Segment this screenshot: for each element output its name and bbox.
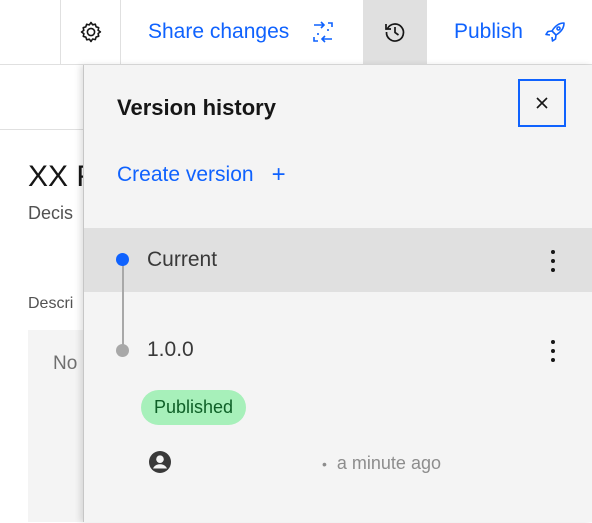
publish-label: Publish <box>454 20 523 43</box>
settings-button[interactable] <box>60 0 121 64</box>
close-button[interactable] <box>518 79 566 127</box>
version-dot <box>116 344 129 357</box>
current-version-dot <box>116 253 129 266</box>
version-label-current: Current <box>147 248 218 271</box>
sync-arrows-icon <box>311 20 335 44</box>
gear-icon <box>79 20 103 44</box>
version-history-panel: Version history Create version + Current… <box>83 65 592 522</box>
rocket-icon <box>543 20 567 44</box>
page-subtitle: Decis <box>28 203 74 223</box>
create-version-label: Create version <box>117 163 254 186</box>
plus-icon: + <box>271 161 286 188</box>
timestamp-text: a minute ago <box>336 453 441 473</box>
version-history-button[interactable] <box>363 0 426 64</box>
description-text: No <box>53 353 78 374</box>
share-changes-button[interactable]: Share changes <box>121 0 363 64</box>
version-label-1-0-0: 1.0.0 <box>147 338 194 361</box>
top-toolbar: Share changes Publish <box>0 0 592 65</box>
close-icon <box>535 96 549 110</box>
user-avatar-icon <box>148 450 172 474</box>
published-badge: Published <box>141 390 247 425</box>
history-icon <box>383 20 407 44</box>
timeline-connector <box>122 261 124 351</box>
overflow-menu-icon[interactable] <box>550 250 556 272</box>
description-label: Descri <box>28 295 74 312</box>
panel-title: Version history <box>117 95 276 120</box>
create-version-link[interactable]: Create version + <box>117 163 286 187</box>
overflow-menu-icon[interactable] <box>550 340 556 362</box>
version-timestamp: • a minute ago <box>322 453 441 474</box>
share-changes-label: Share changes <box>148 20 290 43</box>
publish-button[interactable]: Publish <box>426 0 592 64</box>
separator-dot: • <box>322 456 327 473</box>
